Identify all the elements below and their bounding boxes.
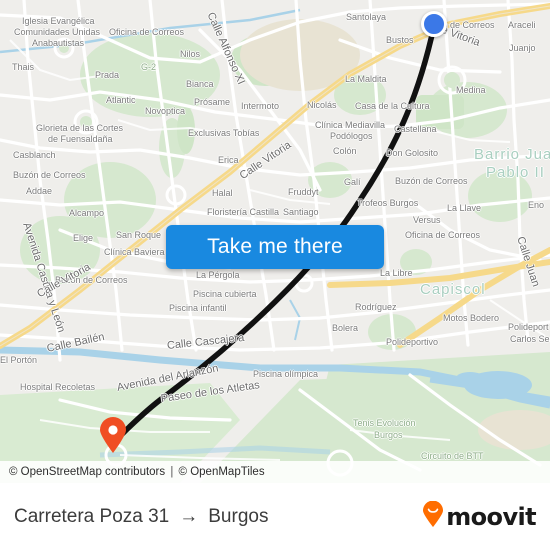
map-canvas[interactable]: Iglesia Evangélica Comunidades Unidas Anab… bbox=[0, 0, 550, 483]
destination-marker[interactable] bbox=[99, 417, 127, 453]
map-share-card: Iglesia Evangélica Comunidades Unidas Anab… bbox=[0, 0, 550, 550]
map-attribution: © OpenStreetMap contributors | © OpenMap… bbox=[0, 461, 550, 483]
arrow-right-icon: → bbox=[179, 506, 199, 527]
moovit-logo[interactable]: moovit bbox=[422, 500, 537, 532]
moovit-pin-icon bbox=[422, 500, 444, 532]
attribution-separator: | bbox=[170, 466, 174, 478]
take-me-there-button[interactable]: Take me there bbox=[166, 225, 384, 269]
moovit-wordmark: moovit bbox=[446, 502, 536, 531]
route-destination-label: Burgos bbox=[208, 505, 269, 527]
attribution-tiles[interactable]: © OpenMapTiles bbox=[179, 466, 265, 478]
origin-marker[interactable] bbox=[421, 11, 447, 37]
attribution-osm[interactable]: © OpenStreetMap contributors bbox=[9, 466, 165, 478]
route-summary: Carretera Poza 31 → Burgos bbox=[14, 506, 268, 528]
footer-bar: Carretera Poza 31 → Burgos moovit bbox=[0, 483, 550, 550]
route-origin-label: Carretera Poza 31 bbox=[14, 505, 170, 527]
